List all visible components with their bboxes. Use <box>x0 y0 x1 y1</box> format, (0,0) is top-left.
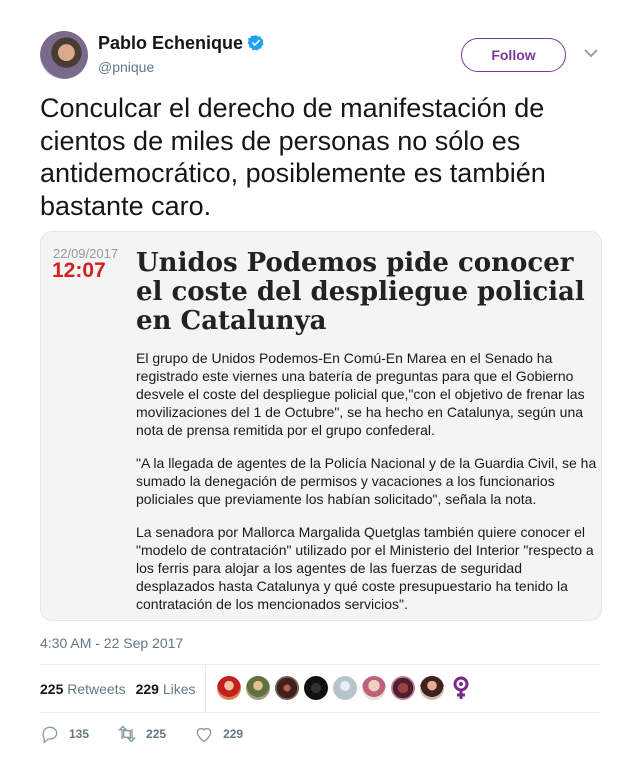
liker-avatar[interactable] <box>217 676 241 700</box>
author-display-name[interactable]: Pablo Echenique <box>98 33 243 54</box>
author-avatar[interactable] <box>40 31 88 79</box>
reply-action[interactable]: 135 <box>40 724 89 744</box>
stats-separator <box>205 665 206 712</box>
retweets-label: Retweets <box>67 681 126 697</box>
article-paragraph: La senadora por Mallorca Margalida Quetg… <box>136 524 594 612</box>
reply-count: 135 <box>69 727 90 741</box>
chevron-down-icon[interactable] <box>584 48 598 58</box>
likes-count: 229 <box>135 681 159 697</box>
liker-avatar[interactable] <box>362 676 386 700</box>
retweets-count: 225 <box>40 681 64 697</box>
tweet-media-image[interactable]: 22/09/2017 12:07 Unidos Podemos pide con… <box>40 231 602 621</box>
article-headline: Unidos Podemos pide conocer el coste del… <box>136 248 585 336</box>
retweet-action[interactable]: 225 <box>117 724 166 744</box>
retweet-icon <box>117 725 137 743</box>
like-count: 229 <box>223 727 244 741</box>
follow-button[interactable]: Follow <box>461 38 566 72</box>
likes-stat[interactable]: 229 Likes <box>136 681 196 697</box>
divider <box>40 712 600 713</box>
divider <box>40 664 600 665</box>
engagement-stats: 225 Retweets 229 Likes <box>40 681 196 697</box>
tweet-actions: 135 225 229 <box>40 724 271 744</box>
liker-avatar[interactable] <box>391 676 415 700</box>
liker-avatar[interactable] <box>304 676 328 700</box>
author-handle[interactable]: @pnique <box>98 59 154 75</box>
likes-label: Likes <box>162 681 196 697</box>
tweet-text: Conculcar el derecho de manifestación de… <box>40 93 546 221</box>
verified-badge-icon <box>247 35 264 51</box>
retweets-stat[interactable]: 225 Retweets <box>40 681 126 697</box>
heart-icon <box>196 727 212 743</box>
article-paragraph: El grupo de Unidos Podemos-En Comú-En Ma… <box>136 350 585 438</box>
retweet-count: 225 <box>146 727 167 741</box>
venus-symbol-icon[interactable] <box>449 676 473 700</box>
article-paragraph: "A la llegada de agentes de la Policía N… <box>136 455 597 507</box>
liker-avatar[interactable] <box>333 676 357 700</box>
liker-avatar[interactable] <box>246 676 270 700</box>
liker-avatar[interactable] <box>275 676 299 700</box>
likers-avatars <box>217 676 473 700</box>
liker-avatar[interactable] <box>420 676 444 700</box>
like-action[interactable]: 229 <box>194 724 243 744</box>
reply-icon <box>42 726 58 744</box>
article-time: 12:07 <box>52 259 106 282</box>
tweet-timestamp[interactable]: 4:30 AM - 22 Sep 2017 <box>40 635 183 651</box>
